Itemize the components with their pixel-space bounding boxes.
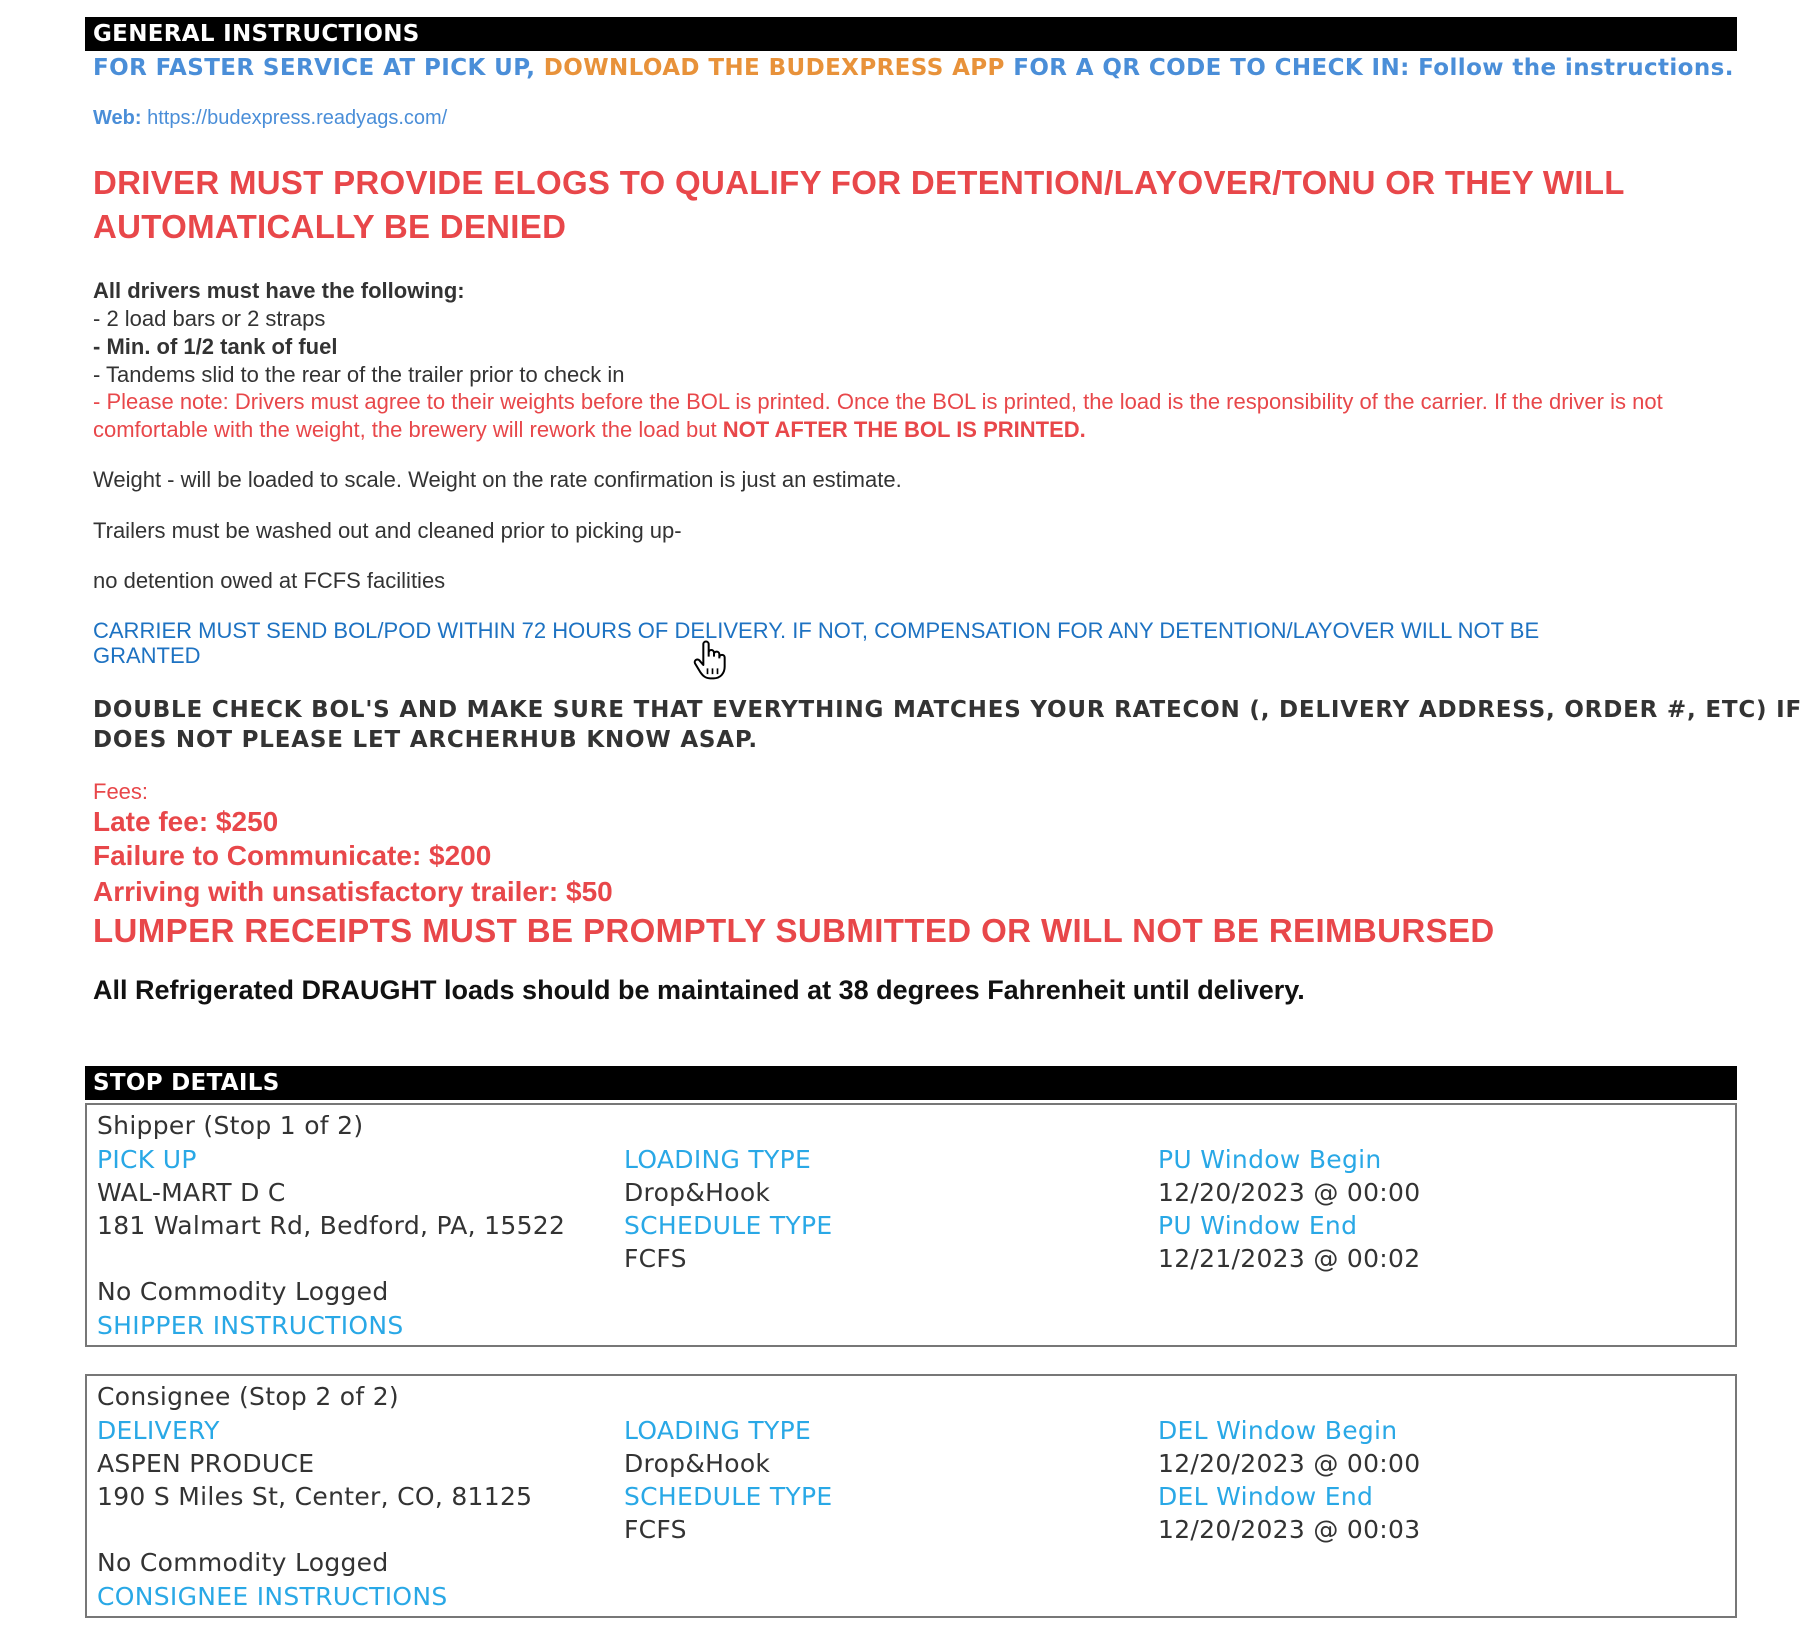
loading-type-label: LOADING TYPE <box>624 1416 812 1445</box>
hand-pointer-icon <box>693 640 726 680</box>
stop-card-shipper: Shipper (Stop 1 of 2) PICK UP WAL-MART D… <box>85 1103 1737 1347</box>
schedule-type-label: SCHEDULE TYPE <box>624 1211 833 1240</box>
web-line: Web: https://budexpress.readyags.com/ <box>93 107 447 130</box>
stop-title: Shipper (Stop 1 of 2) <box>97 1111 364 1140</box>
window-begin-label: PU Window Begin <box>1158 1145 1382 1174</box>
detention-line: no detention owed at FCFS facilities <box>93 568 446 593</box>
window-end-label: DEL Window End <box>1158 1482 1374 1511</box>
schedule-type-value: FCFS <box>624 1244 687 1273</box>
weight-note-line2: comfortable with the weight, the brewery… <box>93 417 1086 443</box>
stop-facility-name: ASPEN PRODUCE <box>97 1449 315 1478</box>
loading-type-label: LOADING TYPE <box>624 1145 812 1174</box>
lumper-warning: LUMPER RECEIPTS MUST BE PROMPTLY SUBMITT… <box>93 912 1495 949</box>
app-line-part2: DOWNLOAD THE BUDEXPRESS APP <box>543 55 1005 81</box>
stop-title: Consignee (Stop 2 of 2) <box>97 1382 399 1411</box>
stop-facility-name: WAL-MART D C <box>97 1178 286 1207</box>
stop-address: 181 Walmart Rd, Bedford, PA, 15522 <box>97 1211 566 1240</box>
stop-type-label: PICK UP <box>97 1145 197 1174</box>
web-label: Web: <box>93 107 148 129</box>
elogs-warning-line1: DRIVER MUST PROVIDE ELOGS TO QUALIFY FOR… <box>93 164 1625 201</box>
window-end-value: 12/21/2023 @ 00:02 <box>1158 1244 1421 1273</box>
double-check-line1: DOUBLE CHECK BOL'S AND MAKE SURE THAT EV… <box>93 697 1800 723</box>
app-line-part1: FOR FASTER SERVICE AT PICK UP, <box>93 55 544 81</box>
requirement-item: - Min. of 1/2 tank of fuel <box>93 334 338 359</box>
weight-note-line2-text: comfortable with the weight, the brewery… <box>93 417 723 442</box>
requirements-heading: All drivers must have the following: <box>93 278 465 303</box>
fee-item: Arriving with unsatisfactory trailer: $5… <box>93 876 613 907</box>
app-line-part3: FOR A QR CODE TO CHECK IN: Follow the in… <box>1004 55 1734 81</box>
app-checkin-line: FOR FASTER SERVICE AT PICK UP, DOWNLOAD … <box>93 55 1734 81</box>
fee-item: Failure to Communicate: $200 <box>93 840 492 871</box>
carrier-bol-line2: GRANTED <box>93 643 201 668</box>
trailer-line: Trailers must be washed out and cleaned … <box>93 518 682 543</box>
weight-note-line1: - Please note: Drivers must agree to the… <box>93 389 1663 414</box>
shipper-instructions-link[interactable]: SHIPPER INSTRUCTIONS <box>97 1311 404 1340</box>
stop-address: 190 S Miles St, Center, CO, 81125 <box>97 1482 533 1511</box>
stop-card-consignee: Consignee (Stop 2 of 2) DELIVERY ASPEN P… <box>85 1374 1737 1618</box>
weight-note-emphasis: NOT AFTER THE BOL IS PRINTED. <box>722 417 1086 442</box>
schedule-type-label: SCHEDULE TYPE <box>624 1482 833 1511</box>
stop-type-label: DELIVERY <box>97 1416 220 1445</box>
web-url-link[interactable]: https://budexpress.readyags.com/ <box>147 107 447 129</box>
window-end-value: 12/20/2023 @ 00:03 <box>1158 1515 1421 1544</box>
carrier-bol-line1: CARRIER MUST SEND BOL/POD WITHIN 72 HOUR… <box>93 618 1540 643</box>
weight-line: Weight - will be loaded to scale. Weight… <box>93 467 902 492</box>
schedule-type-value: FCFS <box>624 1515 687 1544</box>
general-instructions-header: GENERAL INSTRUCTIONS <box>85 17 1737 51</box>
window-end-label: PU Window End <box>1158 1211 1358 1240</box>
fees-label: Fees: <box>93 779 149 804</box>
stop-commodity: No Commodity Logged <box>97 1277 389 1306</box>
loading-type-value: Drop&Hook <box>624 1178 771 1207</box>
window-begin-value: 12/20/2023 @ 00:00 <box>1158 1449 1421 1478</box>
double-check-line2: DOES NOT PLEASE LET ARCHERHUB KNOW ASAP. <box>93 727 758 753</box>
elogs-warning-line2: AUTOMATICALLY BE DENIED <box>93 208 567 245</box>
stop-commodity: No Commodity Logged <box>97 1548 389 1577</box>
draught-temperature-line: All Refrigerated DRAUGHT loads should be… <box>93 975 1305 1005</box>
window-begin-label: DEL Window Begin <box>1158 1416 1398 1445</box>
requirement-item: - 2 load bars or 2 straps <box>93 306 326 331</box>
stop-details-header: STOP DETAILS <box>85 1066 1737 1100</box>
loading-type-value: Drop&Hook <box>624 1449 771 1478</box>
window-begin-value: 12/20/2023 @ 00:00 <box>1158 1178 1421 1207</box>
fee-item: Late fee: $250 <box>93 806 279 837</box>
requirement-item: - Tandems slid to the rear of the traile… <box>93 362 625 387</box>
consignee-instructions-link[interactable]: CONSIGNEE INSTRUCTIONS <box>97 1582 448 1611</box>
